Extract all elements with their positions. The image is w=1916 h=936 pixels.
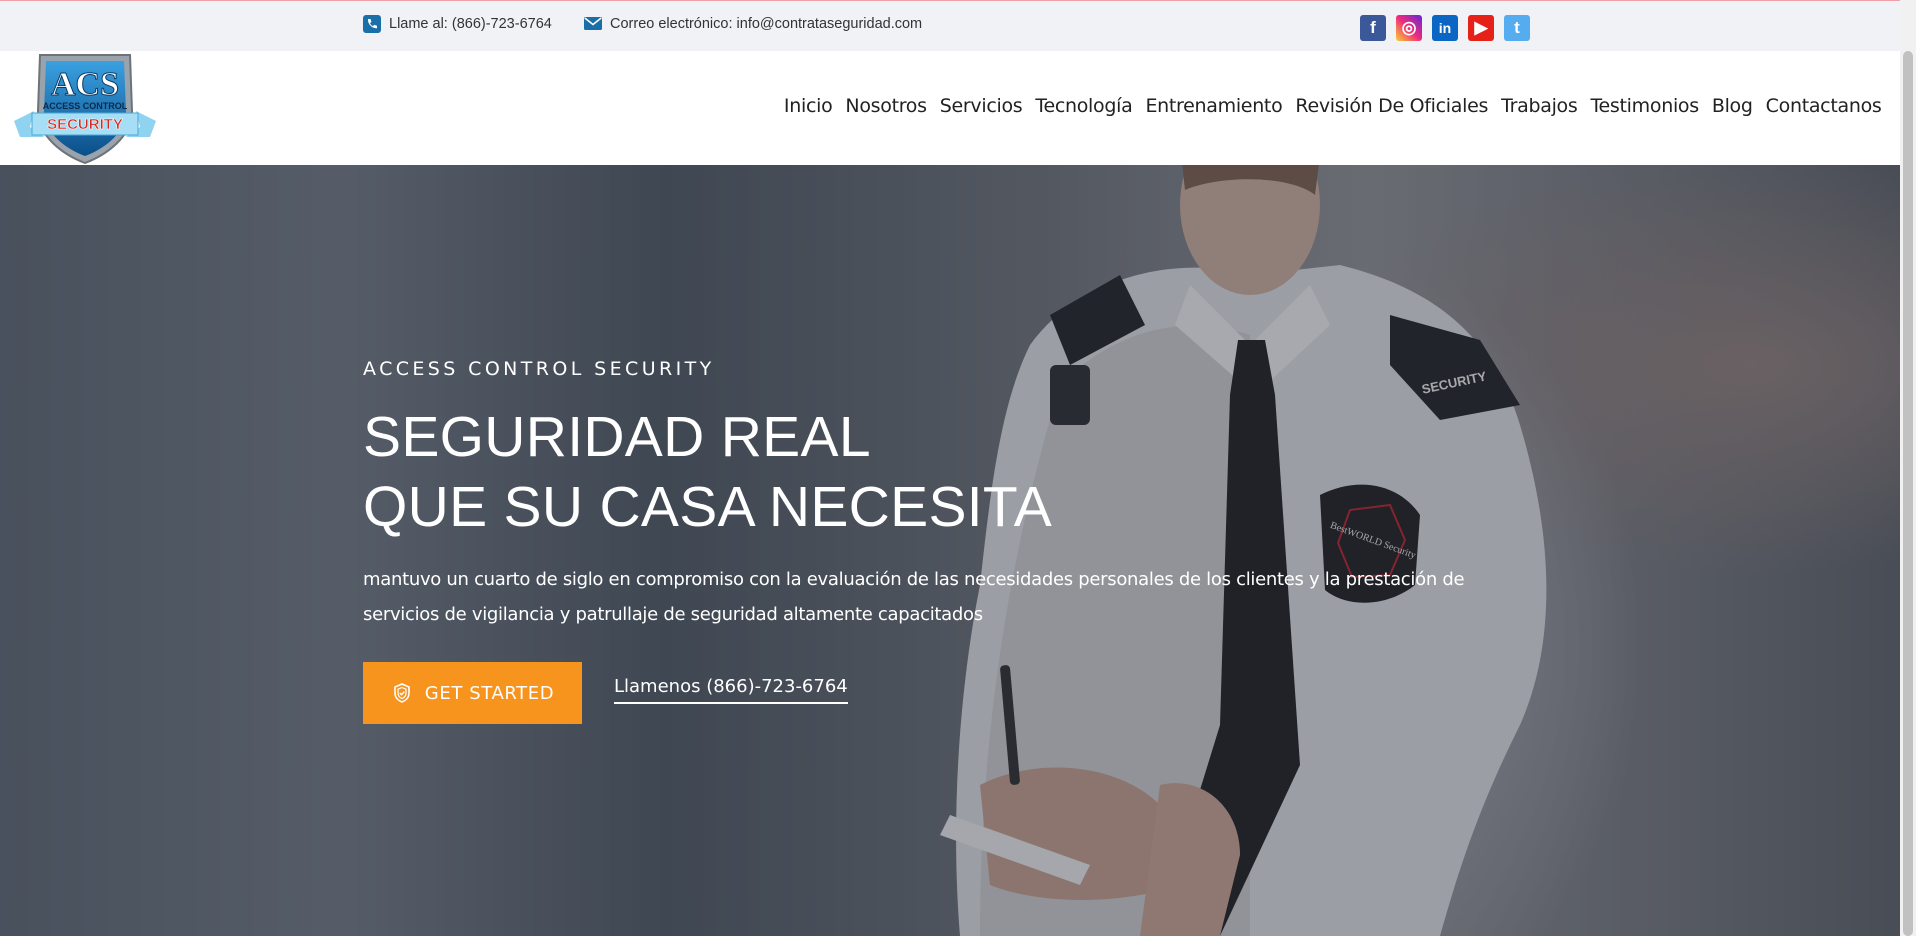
hero-title-line1: SEGURIDAD REAL	[363, 405, 871, 469]
logo-line1: ACCESS CONTROL	[43, 101, 128, 111]
acs-logo[interactable]: ACS ACCESS CONTROL SECURITY	[10, 51, 160, 165]
top-contact-bar: Llame al: (866)-723-6764 Correo electrón…	[0, 0, 1900, 51]
social-links: f ◎ in ▶ t	[1360, 15, 1530, 41]
nav-item-contactanos[interactable]: Contactanos	[1759, 95, 1888, 117]
linkedin-icon[interactable]: in	[1432, 15, 1458, 41]
site-header: ACS ACCESS CONTROL SECURITY Inicio Nosot…	[0, 51, 1900, 165]
logo-line2: SECURITY	[47, 116, 123, 133]
hero-eyebrow: ACCESS CONTROL SECURITY	[363, 358, 715, 380]
twitter-icon[interactable]: t	[1504, 15, 1530, 41]
nav-item-entrenamiento[interactable]: Entrenamiento	[1139, 95, 1289, 117]
email-text: Correo electrónico: info@contratasegurid…	[610, 16, 923, 32]
phone-contact[interactable]: Llame al: (866)-723-6764	[363, 15, 552, 33]
hero-title-line2: QUE SU CASA NECESITA	[363, 475, 1053, 539]
phone-icon	[363, 15, 381, 33]
nav-item-revision-oficiales[interactable]: Revisión De Oficiales	[1289, 95, 1495, 117]
get-started-label: GET STARTED	[424, 682, 555, 704]
hero-title: SEGURIDAD REAL QUE SU CASA NECESITA	[363, 402, 1563, 542]
nav-item-blog[interactable]: Blog	[1705, 95, 1759, 117]
main-nav: Inicio Nosotros Servicios Tecnología Ent…	[777, 95, 1888, 117]
get-started-button[interactable]: GET STARTED	[363, 662, 582, 724]
facebook-icon[interactable]: f	[1360, 15, 1386, 41]
instagram-icon[interactable]: ◎	[1396, 15, 1422, 41]
hero-actions: GET STARTED Llamenos (866)-723-6764	[363, 662, 1563, 724]
nav-item-tecnologia[interactable]: Tecnología	[1029, 95, 1139, 117]
envelope-icon	[584, 17, 602, 30]
nav-item-testimonios[interactable]: Testimonios	[1584, 95, 1705, 117]
nav-item-nosotros[interactable]: Nosotros	[839, 95, 933, 117]
scrollbar-thumb[interactable]	[1903, 51, 1913, 936]
hero-content: ACCESS CONTROL SECURITY SEGURIDAD REAL Q…	[363, 358, 1563, 724]
hero-section: SECURITY BestWORLD Security ACCESS CONTR…	[0, 165, 1900, 936]
nav-item-servicios[interactable]: Servicios	[933, 95, 1029, 117]
phone-text: Llame al: (866)-723-6764	[389, 16, 552, 32]
nav-item-inicio[interactable]: Inicio	[777, 95, 838, 117]
page-scrollbar[interactable]	[1900, 0, 1916, 936]
shield-check-icon	[393, 683, 410, 703]
youtube-icon[interactable]: ▶	[1468, 15, 1494, 41]
hero-description: mantuvo un cuarto de siglo en compromiso…	[363, 569, 1465, 625]
email-contact[interactable]: Correo electrónico: info@contratasegurid…	[584, 15, 922, 33]
logo-acs-text: ACS	[51, 66, 119, 103]
nav-item-trabajos[interactable]: Trabajos	[1495, 95, 1584, 117]
call-us-link[interactable]: Llamenos (866)-723-6764	[614, 676, 848, 704]
